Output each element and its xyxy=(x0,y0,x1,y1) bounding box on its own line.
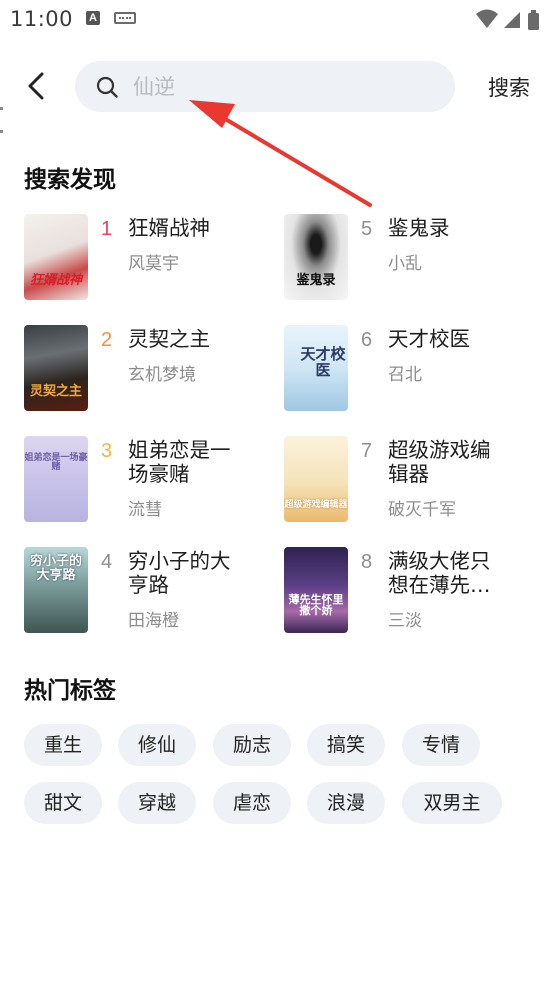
tag-chip[interactable]: 双男主 xyxy=(402,782,502,824)
rank-number: 1 xyxy=(101,218,113,240)
book-title: 狂婿战神 xyxy=(128,216,210,240)
book-author: 玄机梦境 xyxy=(128,365,196,385)
book-cover: 穷小子的大亨路 xyxy=(24,547,88,633)
hot-tags-section-title: 热门标签 xyxy=(24,678,116,704)
book-cover: 鉴鬼录 xyxy=(284,214,348,300)
search-box[interactable] xyxy=(75,61,455,112)
signal-icon xyxy=(504,12,520,28)
book-title: 超级游戏编辑器 xyxy=(388,438,491,486)
book-author: 流彗 xyxy=(128,500,162,520)
tag-chip[interactable]: 励志 xyxy=(213,724,291,766)
tag-chip[interactable]: 穿越 xyxy=(118,782,196,824)
back-button[interactable] xyxy=(20,66,56,106)
cover-title: 超级游戏编辑器 xyxy=(284,499,348,510)
book-item[interactable]: 狂婿战神 1 狂婿战神 风莫宇 xyxy=(24,214,274,302)
search-icon xyxy=(96,76,118,98)
book-item[interactable]: 灵契之主 2 灵契之主 玄机梦境 xyxy=(24,325,274,413)
search-input[interactable] xyxy=(133,61,433,112)
book-title: 穷小子的大亨路 xyxy=(128,549,231,597)
cover-title: 鉴鬼录 xyxy=(296,273,336,289)
book-item[interactable]: 薄先生怀里撒个娇 8 满级大佬只想在薄先生怀里撒个娇 三淡 xyxy=(284,547,534,635)
wifi-icon xyxy=(476,9,498,28)
status-bar: 11:00 A xyxy=(0,0,554,38)
book-title: 灵契之主 xyxy=(128,327,210,351)
status-time: 11:00 xyxy=(10,7,74,31)
back-arrow-icon xyxy=(28,72,44,100)
book-cover: 薄先生怀里撒个娇 xyxy=(284,547,348,633)
tag-chip[interactable]: 浪漫 xyxy=(307,782,385,824)
book-item[interactable]: 鉴鬼录 5 鉴鬼录 小乱 xyxy=(284,214,534,302)
book-author: 破灭千军 xyxy=(388,500,456,520)
tag-chip[interactable]: 搞笑 xyxy=(307,724,385,766)
rank-number: 2 xyxy=(101,329,113,351)
rank-number: 7 xyxy=(361,440,373,462)
cover-title: 薄先生怀里撒个娇 xyxy=(288,592,344,618)
book-title: 满级大佬只想在薄先生怀里撒个娇 xyxy=(388,549,491,597)
battery-icon xyxy=(528,10,539,30)
tag-chip[interactable]: 甜文 xyxy=(24,782,102,824)
search-button[interactable]: 搜索 xyxy=(478,70,540,104)
cover-title: 天才校医 xyxy=(300,345,346,379)
book-item[interactable]: 穷小子的大亨路 4 穷小子的大亨路 田海橙 xyxy=(24,547,274,635)
book-title: 天才校医 xyxy=(388,327,470,351)
rank-number: 6 xyxy=(361,329,373,351)
cover-title: 穷小子的大亨路 xyxy=(29,554,82,583)
rank-number: 4 xyxy=(101,551,113,573)
tag-chip[interactable]: 虐恋 xyxy=(213,782,291,824)
keyboard-icon xyxy=(114,12,136,24)
book-item[interactable]: 天才校医 6 天才校医 召北 xyxy=(284,325,534,413)
book-cover: 狂婿战神 xyxy=(24,214,88,300)
book-author: 田海橙 xyxy=(128,611,179,631)
rank-number: 5 xyxy=(361,218,373,240)
book-item[interactable]: 姐弟恋是一场豪赌 3 姐弟恋是一场豪赌 流彗 xyxy=(24,436,274,524)
book-item[interactable]: 超级游戏编辑器 7 超级游戏编辑器 破灭千军 xyxy=(284,436,534,524)
discover-section-title: 搜索发现 xyxy=(24,167,116,193)
cover-title: 灵契之主 xyxy=(29,384,82,400)
book-cover: 天才校医 xyxy=(284,325,348,411)
search-screen: 11:00 A 仙逆 搜索 搜索发现 狂婿战神 1 狂婿战神 风莫宇 灵契之主 … xyxy=(0,0,554,986)
book-title: 姐弟恋是一场豪赌 xyxy=(128,438,231,486)
book-title: 鉴鬼录 xyxy=(388,216,450,240)
book-author: 三淡 xyxy=(388,611,422,631)
edge-mark xyxy=(0,107,3,110)
book-cover: 姐弟恋是一场豪赌 xyxy=(24,436,88,522)
book-cover: 灵契之主 xyxy=(24,325,88,411)
book-author: 风莫宇 xyxy=(128,254,179,274)
status-indicators xyxy=(474,7,544,31)
rank-number: 8 xyxy=(361,551,373,573)
cover-title: 姐弟恋是一场豪赌 xyxy=(24,453,88,473)
tag-chip[interactable]: 专情 xyxy=(402,724,480,766)
book-cover: 超级游戏编辑器 xyxy=(284,436,348,522)
rank-number: 3 xyxy=(101,440,113,462)
book-author: 召北 xyxy=(388,365,422,385)
edge-mark xyxy=(0,130,3,133)
book-author: 小乱 xyxy=(388,254,422,274)
tag-chip[interactable]: 修仙 xyxy=(118,724,196,766)
tag-chip[interactable]: 重生 xyxy=(24,724,102,766)
cover-title: 狂婿战神 xyxy=(29,273,82,289)
notification-a-icon: A xyxy=(86,11,100,25)
